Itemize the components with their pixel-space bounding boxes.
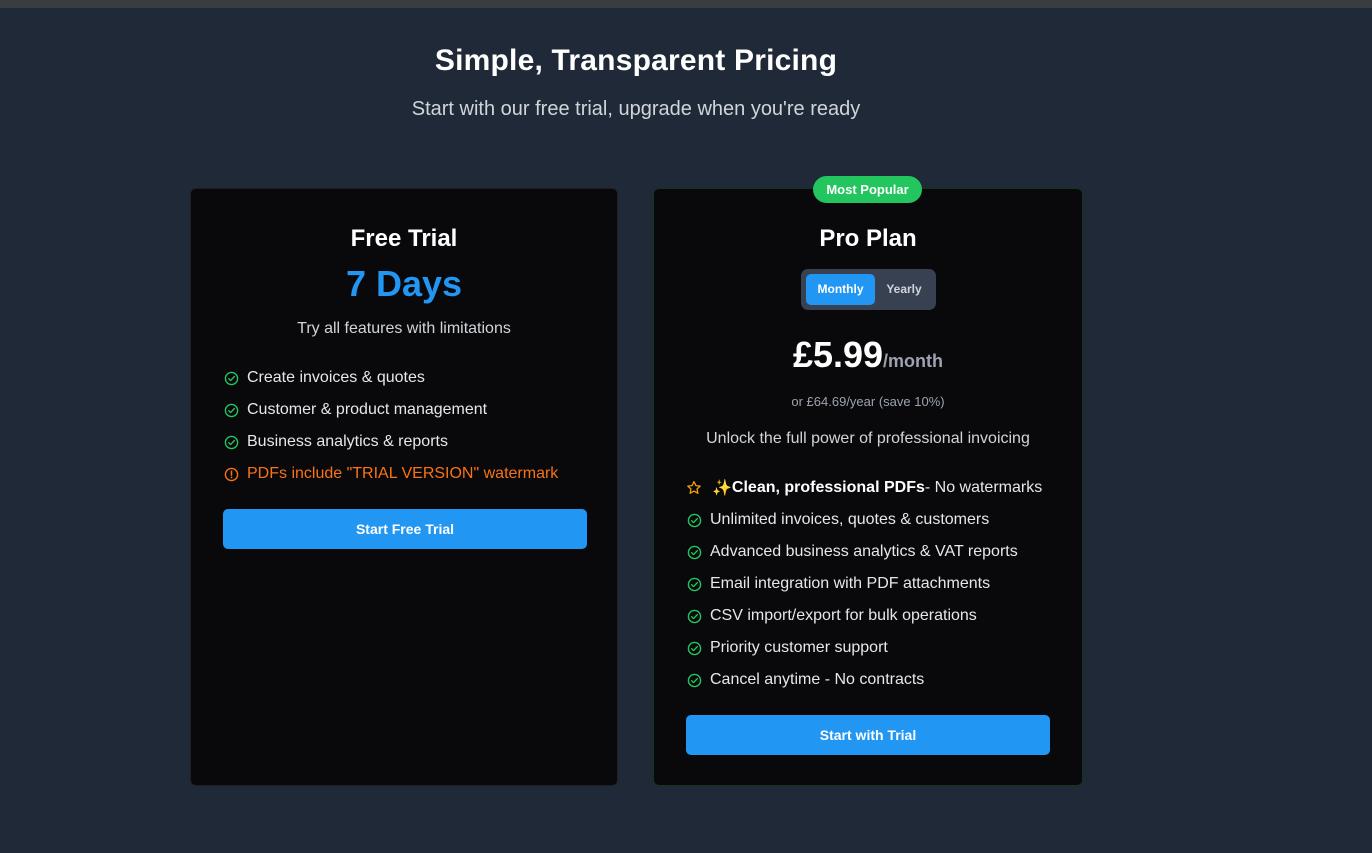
- most-popular-badge: Most Popular: [813, 176, 922, 203]
- alert-circle-icon: [223, 466, 239, 482]
- check-circle-icon: [223, 402, 239, 418]
- feature-label: Unlimited invoices, quotes & customers: [710, 511, 990, 528]
- feature-item: Unlimited invoices, quotes & customers: [686, 504, 1062, 536]
- feature-item: Priority customer support: [686, 632, 1062, 664]
- sparkles-icon: ✨: [712, 480, 732, 497]
- highlight-rest-label: - No watermarks: [924, 479, 1043, 496]
- check-circle-icon: [686, 512, 702, 528]
- price-period: /month: [883, 351, 944, 371]
- top-bar: [0, 0, 1372, 8]
- price-display: £5.99/month: [654, 334, 1082, 376]
- highlight-feature-item: ✨ Clean, professional PDFs - No watermar…: [686, 472, 1062, 504]
- feature-label: Priority customer support: [710, 639, 888, 656]
- check-circle-icon: [223, 370, 239, 386]
- billing-yearly-option[interactable]: Yearly: [877, 274, 931, 305]
- feature-item: Cancel anytime - No contracts: [686, 664, 1062, 696]
- feature-label: Cancel anytime - No contracts: [710, 671, 925, 688]
- check-circle-icon: [686, 576, 702, 592]
- feature-label: Advanced business analytics & VAT report…: [710, 543, 1018, 560]
- feature-item: Create invoices & quotes: [223, 362, 597, 394]
- page-title: Simple, Transparent Pricing: [434, 44, 838, 77]
- feature-label: Business analytics & reports: [247, 433, 448, 450]
- highlight-bold-label: Clean, professional PDFs: [731, 479, 925, 496]
- free-trial-card: Free Trial 7 Days Try all features with …: [190, 188, 618, 786]
- price-amount: £5.99: [792, 334, 884, 375]
- yearly-price-note: or £64.69/year (save 10%): [791, 394, 945, 409]
- page-subtitle: Start with our free trial, upgrade when …: [411, 98, 861, 120]
- check-circle-icon: [686, 608, 702, 624]
- trial-duration: 7 Days: [345, 263, 463, 304]
- check-circle-icon: [223, 434, 239, 450]
- feature-label: Email integration with PDF attachments: [710, 575, 991, 592]
- free-trial-description: Try all features with limitations: [297, 320, 511, 337]
- pro-plan-feature-list: ✨ Clean, professional PDFs - No watermar…: [686, 472, 1062, 696]
- check-circle-icon: [686, 544, 702, 560]
- feature-item: CSV import/export for bulk operations: [686, 600, 1062, 632]
- free-trial-title: Free Trial: [350, 225, 458, 252]
- feature-item: Customer & product management: [223, 394, 597, 426]
- check-circle-icon: [686, 672, 702, 688]
- pro-plan-description: Unlock the full power of professional in…: [706, 430, 1030, 447]
- feature-label: Customer & product management: [247, 401, 488, 418]
- billing-toggle: Monthly Yearly: [801, 269, 936, 310]
- star-icon: [686, 480, 702, 496]
- billing-monthly-option[interactable]: Monthly: [806, 274, 875, 305]
- start-with-trial-button[interactable]: Start with Trial: [686, 715, 1050, 755]
- start-free-trial-button[interactable]: Start Free Trial: [223, 509, 587, 549]
- warning-label: PDFs include "TRIAL VERSION" watermark: [247, 465, 559, 482]
- pro-plan-title: Pro Plan: [819, 225, 917, 252]
- free-trial-feature-list: Create invoices & quotes Customer & prod…: [223, 362, 597, 490]
- feature-label: CSV import/export for bulk operations: [710, 607, 977, 624]
- feature-item: Email integration with PDF attachments: [686, 568, 1062, 600]
- check-circle-icon: [686, 640, 702, 656]
- feature-item: Business analytics & reports: [223, 426, 597, 458]
- feature-item: Advanced business analytics & VAT report…: [686, 536, 1062, 568]
- watermark-warning-item: PDFs include "TRIAL VERSION" watermark: [223, 458, 597, 490]
- pro-plan-card: Pro Plan Monthly Yearly £5.99/month or £…: [653, 188, 1083, 786]
- feature-label: Create invoices & quotes: [247, 369, 425, 386]
